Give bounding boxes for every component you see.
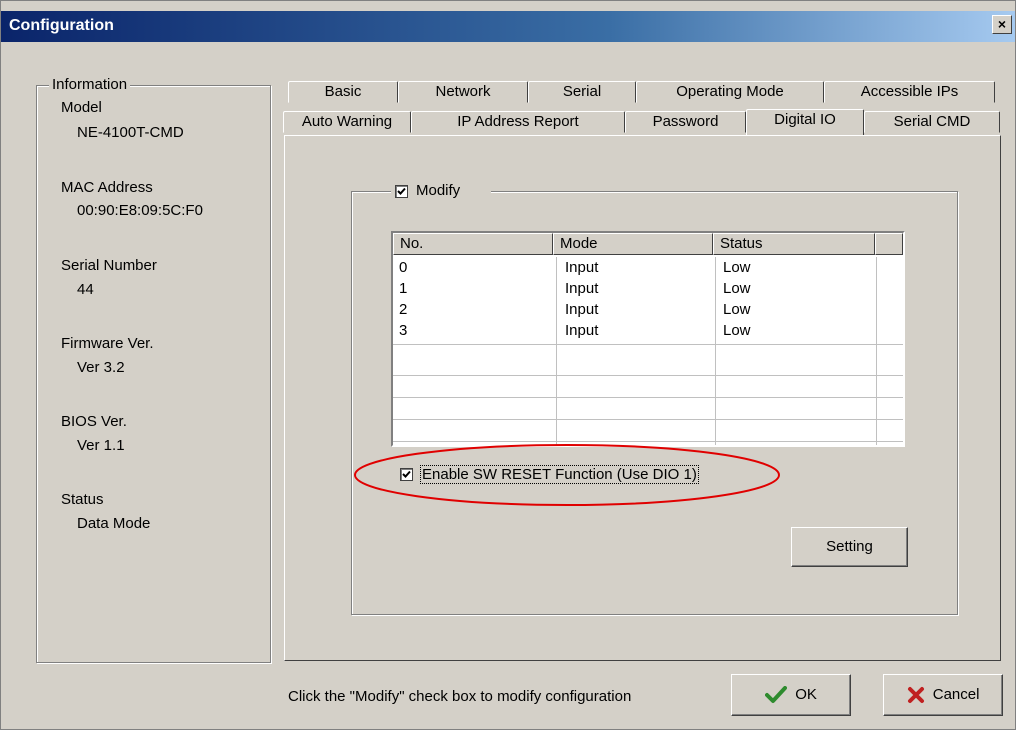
configuration-window: Configuration × Information Model NE-410… <box>0 0 1016 730</box>
cell-no: 0 <box>399 259 408 276</box>
serial-number-value: 44 <box>77 281 94 298</box>
x-icon <box>907 687 924 704</box>
model-value: NE-4100T-CMD <box>77 124 184 141</box>
ok-label: OK <box>795 686 817 704</box>
setting-button[interactable]: Setting <box>791 527 908 567</box>
tab-accessible-ips[interactable]: Accessible IPs <box>824 81 995 103</box>
firmware-version-label: Firmware Ver. <box>61 335 154 352</box>
title-bar[interactable]: Configuration × <box>1 11 1015 42</box>
bios-version-label: BIOS Ver. <box>61 413 127 430</box>
column-header-status[interactable]: Status <box>713 233 875 255</box>
ok-button[interactable]: OK <box>731 674 851 716</box>
tab-password[interactable]: Password <box>625 111 746 133</box>
grid-line <box>556 257 557 445</box>
modify-label: Modify <box>416 182 461 199</box>
modify-checkbox[interactable] <box>395 185 408 198</box>
cell-mode: Input <box>565 301 599 318</box>
grid-line <box>876 257 877 445</box>
cell-status: Low <box>723 259 751 276</box>
grid-line <box>393 375 903 376</box>
check-mark-icon <box>397 187 406 195</box>
column-header-mode[interactable]: Mode <box>553 233 713 255</box>
firmware-version-value: Ver 3.2 <box>77 359 125 376</box>
cell-status: Low <box>723 280 751 297</box>
highlight-ellipse-icon <box>354 444 780 506</box>
mac-address-value: 00:90:E8:09:5C:F0 <box>77 202 203 219</box>
column-header-no[interactable]: No. <box>393 233 553 255</box>
tab-ip-address-report[interactable]: IP Address Report <box>411 111 625 133</box>
window-title: Configuration <box>9 17 114 34</box>
tab-auto-warning[interactable]: Auto Warning <box>283 111 411 133</box>
cell-no: 2 <box>399 301 408 318</box>
tab-serial-cmd[interactable]: Serial CMD <box>864 111 1000 133</box>
tab-serial[interactable]: Serial <box>528 81 636 103</box>
information-legend: Information <box>49 76 131 93</box>
tab-network[interactable]: Network <box>398 81 528 103</box>
bios-version-value: Ver 1.1 <box>77 437 125 454</box>
grid-line <box>715 257 716 445</box>
cell-status: Low <box>723 322 751 339</box>
tab-basic[interactable]: Basic <box>288 81 398 103</box>
mac-address-label: MAC Address <box>61 179 153 196</box>
cell-no: 1 <box>399 280 408 297</box>
cell-no: 3 <box>399 322 408 339</box>
column-header-empty <box>875 233 903 255</box>
information-group <box>36 85 271 663</box>
hint-text: Click the "Modify" check box to modify c… <box>288 688 632 705</box>
close-button[interactable]: × <box>992 15 1012 34</box>
cell-status: Low <box>723 301 751 318</box>
check-icon <box>765 686 788 704</box>
cell-mode: Input <box>565 280 599 297</box>
model-label: Model <box>61 99 102 116</box>
cancel-button[interactable]: Cancel <box>883 674 1003 716</box>
serial-number-label: Serial Number <box>61 257 157 274</box>
cancel-label: Cancel <box>932 686 980 704</box>
tab-operating-mode[interactable]: Operating Mode <box>636 81 824 103</box>
tab-digital-io[interactable]: Digital IO <box>746 109 864 135</box>
cell-mode: Input <box>565 259 599 276</box>
modify-checkbox-row[interactable]: Modify <box>391 181 491 201</box>
status-value: Data Mode <box>77 515 151 532</box>
status-label: Status <box>61 491 104 508</box>
grid-line <box>393 344 903 345</box>
cell-mode: Input <box>565 322 599 339</box>
grid-line <box>393 397 903 398</box>
dio-list-view[interactable]: No. Mode Status 0 Input Low 1 Input Low … <box>391 231 905 447</box>
grid-line <box>393 419 903 420</box>
